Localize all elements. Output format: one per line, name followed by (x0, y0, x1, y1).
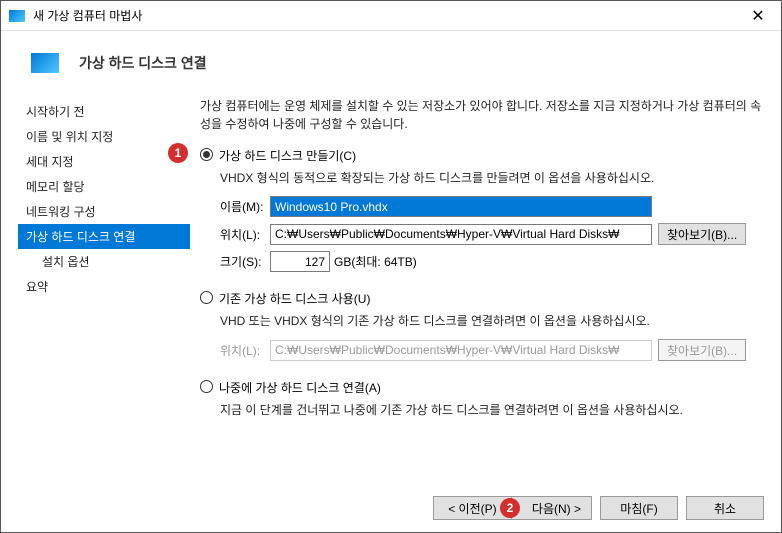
titlebar: 새 가상 컴퓨터 마법사 ✕ (1, 1, 781, 31)
cancel-button[interactable]: 취소 (686, 496, 764, 520)
step-memory[interactable]: 메모리 할당 (18, 174, 190, 199)
header-icon (31, 53, 59, 73)
vhd-location-input[interactable] (270, 224, 652, 245)
option-create-label: 가상 하드 디스크 만들기(C) (219, 147, 356, 164)
option-later-vhd: 나중에 가상 하드 디스크 연결(A) 지금 이 단계를 건너뛰고 나중에 기존… (200, 379, 764, 418)
footer-buttons: < 이전(P) 2 다음(N) > 마침(F) 취소 (433, 496, 764, 520)
step-before-start[interactable]: 시작하기 전 (18, 99, 190, 124)
name-label: 이름(M): (220, 198, 270, 215)
step-vhd-connect[interactable]: 가상 하드 디스크 연결 (18, 224, 190, 249)
close-button[interactable]: ✕ (735, 1, 781, 31)
step-install-options[interactable]: 설치 옵션 (18, 249, 190, 274)
option-existing-label: 기존 가상 하드 디스크 사용(U) (219, 290, 370, 307)
page-description: 가상 컴퓨터에는 운영 체제를 설치할 수 있는 저장소가 있어야 합니다. 저… (200, 97, 764, 133)
annotation-marker-2: 2 (500, 498, 520, 518)
browse-button[interactable]: 찾아보기(B)... (658, 223, 746, 245)
radio-create-vhd[interactable] (200, 148, 213, 161)
location-label: 위치(L): (220, 226, 270, 243)
content-area: 시작하기 전 이름 및 위치 지정 세대 지정 메모리 할당 네트워킹 구성 가… (1, 91, 781, 471)
main-panel: 가상 컴퓨터에는 운영 체제를 설치할 수 있는 저장소가 있어야 합니다. 저… (190, 91, 764, 471)
existing-location-label: 위치(L): (220, 342, 270, 359)
titlebar-text: 새 가상 컴퓨터 마법사 (33, 7, 735, 24)
option-existing-vhd: 기존 가상 하드 디스크 사용(U) VHD 또는 VHDX 형식의 기존 가상… (200, 290, 764, 361)
vhd-size-input[interactable] (270, 251, 330, 272)
annotation-marker-1: 1 (168, 143, 188, 163)
page-title: 가상 하드 디스크 연결 (79, 53, 207, 73)
option-create-vhd: 가상 하드 디스크 만들기(C) VHDX 형식의 동적으로 확장되는 가상 하… (200, 147, 764, 272)
finish-button[interactable]: 마침(F) (600, 496, 678, 520)
option-existing-desc: VHD 또는 VHDX 형식의 기존 가상 하드 디스크를 연결하려면 이 옵션… (220, 312, 764, 329)
next-button[interactable]: 2 다음(N) > (511, 496, 592, 520)
app-icon (9, 10, 25, 22)
existing-location-input (270, 340, 652, 361)
next-button-label: 다음(N) > (532, 502, 581, 516)
size-unit: GB(최대: 64TB) (334, 253, 417, 270)
step-summary[interactable]: 요약 (18, 274, 190, 299)
option-later-desc: 지금 이 단계를 건너뛰고 나중에 기존 가상 하드 디스크를 연결하려면 이 … (220, 401, 764, 418)
existing-browse-button: 찾아보기(B)... (658, 339, 746, 361)
step-networking[interactable]: 네트워킹 구성 (18, 199, 190, 224)
vhd-name-input[interactable] (270, 196, 652, 217)
wizard-steps: 시작하기 전 이름 및 위치 지정 세대 지정 메모리 할당 네트워킹 구성 가… (18, 91, 190, 471)
step-name-location[interactable]: 이름 및 위치 지정 (18, 124, 190, 149)
option-later-label: 나중에 가상 하드 디스크 연결(A) (219, 379, 381, 396)
option-create-desc: VHDX 형식의 동적으로 확장되는 가상 하드 디스크를 만들려면 이 옵션을… (220, 169, 764, 186)
page-header: 가상 하드 디스크 연결 (1, 31, 781, 91)
radio-later-vhd[interactable] (200, 380, 213, 393)
wizard-window: 새 가상 컴퓨터 마법사 ✕ 가상 하드 디스크 연결 시작하기 전 이름 및 … (0, 0, 782, 533)
size-label: 크기(S): (220, 253, 270, 270)
radio-existing-vhd[interactable] (200, 291, 213, 304)
step-generation[interactable]: 세대 지정 (18, 149, 190, 174)
